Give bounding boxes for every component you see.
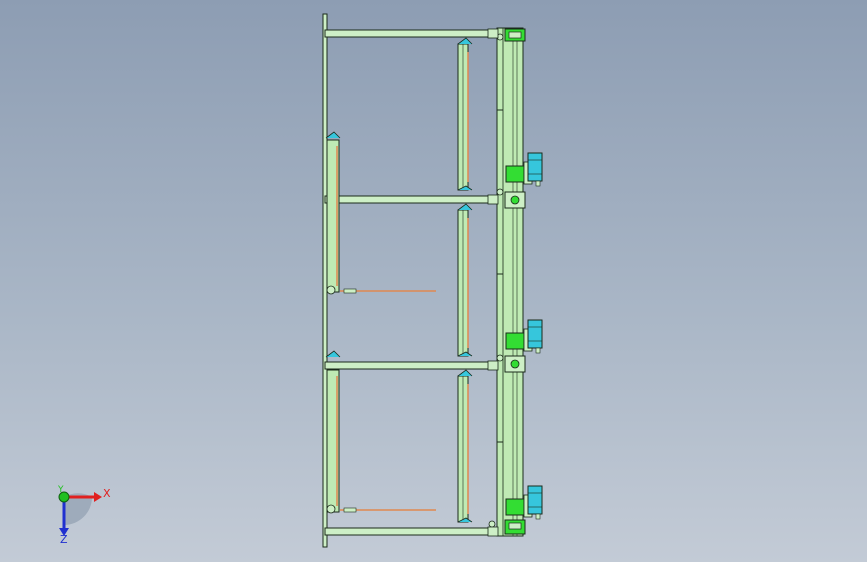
x-axis-label: X bbox=[103, 487, 111, 500]
left-cylinder-lower[interactable] bbox=[325, 350, 436, 514]
inner-panel-bay-2[interactable] bbox=[457, 203, 473, 357]
rail-top-bracket bbox=[504, 28, 526, 42]
crossbar-top[interactable] bbox=[324, 29, 498, 38]
crossbar-lower-mid[interactable] bbox=[324, 361, 498, 370]
crossbar-bottom[interactable] bbox=[324, 527, 498, 536]
crossbar-upper-mid[interactable] bbox=[324, 195, 498, 204]
inner-panel-bay-3[interactable] bbox=[457, 369, 473, 523]
cad-viewport[interactable]: X Y Z bbox=[0, 0, 867, 562]
left-vertical-post[interactable] bbox=[322, 13, 328, 548]
rail-joint-lower bbox=[504, 355, 526, 373]
inner-panel-bay-1[interactable] bbox=[457, 37, 473, 191]
coordinate-triad bbox=[58, 491, 102, 536]
cad-drawing[interactable] bbox=[0, 0, 867, 562]
rail-joint-upper bbox=[504, 191, 526, 209]
left-cylinder-upper[interactable] bbox=[325, 131, 436, 295]
main-rail-outer[interactable] bbox=[496, 27, 524, 537]
rail-bottom-bracket bbox=[504, 519, 526, 535]
y-axis-label: Y bbox=[58, 485, 64, 495]
z-axis-label: Z bbox=[60, 533, 68, 546]
